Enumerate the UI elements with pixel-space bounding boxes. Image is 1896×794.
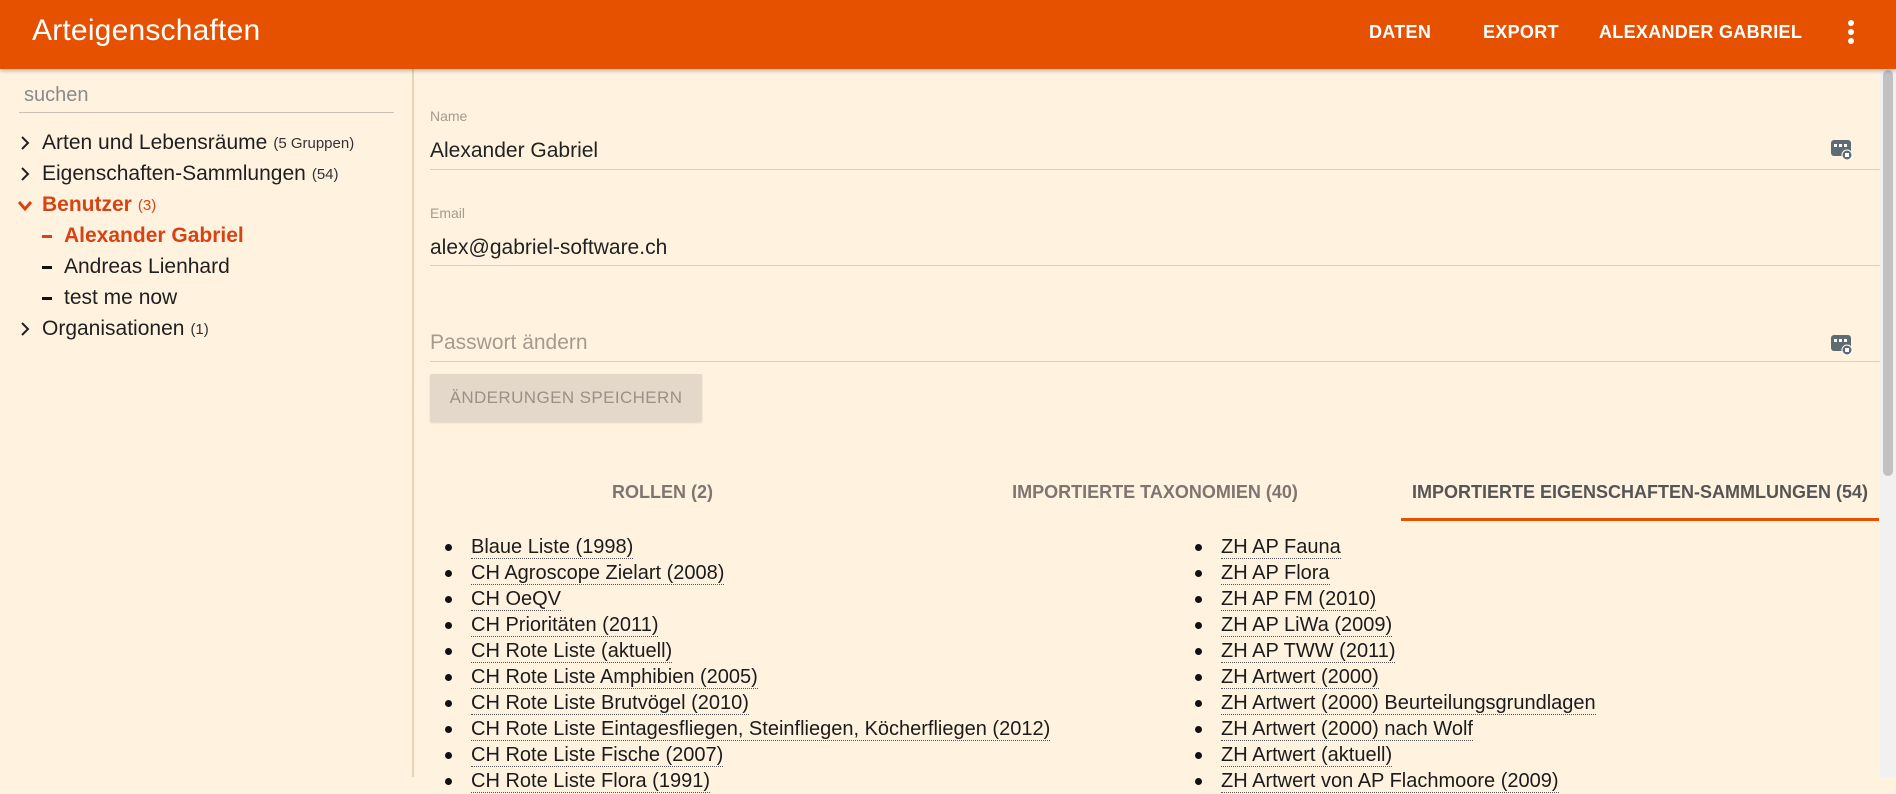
collection-link[interactable]: CH Rote Liste Eintagesfliegen, Steinflie… bbox=[471, 718, 1051, 741]
collection-link[interactable]: ZH Artwert (aktuell) bbox=[1221, 744, 1393, 767]
tab-indicator bbox=[1401, 518, 1879, 521]
list-item: CH Rote Liste Flora (1991) bbox=[445, 768, 1050, 794]
list-item: ZH AP Flora bbox=[1195, 560, 1596, 586]
name-label: Name bbox=[430, 108, 468, 124]
nav-daten-button[interactable]: DATEN bbox=[1369, 22, 1431, 43]
collection-link[interactable]: ZH AP Fauna bbox=[1221, 536, 1341, 559]
list-item: CH OeQV bbox=[445, 586, 1050, 612]
chevron-down-icon bbox=[18, 201, 32, 212]
save-button[interactable]: ÄNDERUNGEN SPEICHERN bbox=[430, 374, 702, 422]
collection-link[interactable]: CH Rote Liste (aktuell) bbox=[471, 640, 673, 663]
password-field[interactable] bbox=[430, 328, 1820, 358]
tree-node-label: Eigenschaften-Sammlungen bbox=[42, 162, 306, 185]
collection-link[interactable]: CH OeQV bbox=[471, 588, 562, 611]
tree-node-count: (1) bbox=[190, 320, 209, 338]
chevron-right-icon bbox=[21, 322, 30, 336]
email-underline bbox=[430, 265, 1880, 266]
list-item: ZH AP Fauna bbox=[1195, 534, 1596, 560]
dash-icon bbox=[42, 296, 52, 300]
collections-list-left: Blaue Liste (1998) CH Agroscope Zielart … bbox=[445, 534, 1051, 794]
tree-leaf-label: Andreas Lienhard bbox=[64, 255, 230, 278]
tree-node-arten[interactable]: Arten und Lebensräume (5 Gruppen) bbox=[18, 129, 354, 157]
name-underline bbox=[430, 169, 1880, 170]
collection-link[interactable]: CH Rote Liste Fische (2007) bbox=[471, 744, 724, 767]
collection-link[interactable]: CH Prioritäten (2011) bbox=[471, 614, 659, 637]
scrollbar-thumb[interactable] bbox=[1883, 70, 1893, 476]
collection-link[interactable]: ZH Artwert von AP Flachmoore (2009) bbox=[1221, 770, 1559, 793]
collection-link[interactable]: CH Rote Liste Brutvögel (2010) bbox=[471, 692, 749, 715]
tree-node-count: (3) bbox=[137, 196, 157, 214]
tree-node-label: Organisationen bbox=[42, 317, 185, 340]
chevron-right-icon bbox=[21, 136, 30, 150]
list-item: ZH Artwert (aktuell) bbox=[1195, 742, 1596, 768]
tree-node-label: Benutzer bbox=[42, 193, 132, 216]
list-item: CH Rote Liste Fische (2007) bbox=[445, 742, 1050, 768]
tree-leaf-label: test me now bbox=[64, 286, 178, 309]
nav-export-button[interactable]: EXPORT bbox=[1483, 22, 1559, 43]
tree-leaf-label: Alexander Gabriel bbox=[64, 224, 244, 247]
list-item: ZH Artwert (2000) bbox=[1195, 664, 1596, 690]
collection-link[interactable]: CH Agroscope Zielart (2008) bbox=[471, 562, 725, 585]
collection-link[interactable]: CH Rote Liste Flora (1991) bbox=[471, 770, 710, 793]
password-underline bbox=[430, 361, 1880, 362]
tree-node-benutzer[interactable]: Benutzer (3) bbox=[18, 191, 156, 219]
tree-node-count: (5 Gruppen) bbox=[273, 134, 355, 152]
list-item: CH Rote Liste Brutvögel (2010) bbox=[445, 690, 1050, 716]
name-field[interactable] bbox=[430, 136, 1830, 166]
list-item: Blaue Liste (1998) bbox=[445, 534, 1050, 560]
app-bar: Arteigenschaften DATEN EXPORT ALEXANDER … bbox=[0, 0, 1896, 69]
tab-importierte-taxonomien[interactable]: IMPORTIERTE TAXONOMIEN (40) bbox=[920, 464, 1390, 520]
list-item: ZH AP LiWa (2009) bbox=[1195, 612, 1596, 638]
list-item: CH Rote Liste (aktuell) bbox=[445, 638, 1050, 664]
tree-node-eigenschaften[interactable]: Eigenschaften-Sammlungen (54) bbox=[18, 160, 339, 188]
collection-link[interactable]: ZH AP Flora bbox=[1221, 562, 1330, 585]
collection-link[interactable]: ZH AP LiWa (2009) bbox=[1221, 614, 1393, 637]
collection-link[interactable]: ZH Artwert (2000) nach Wolf bbox=[1221, 718, 1473, 741]
more-vert-icon[interactable] bbox=[1844, 20, 1858, 50]
email-field[interactable] bbox=[430, 233, 1830, 263]
nav-user-button[interactable]: ALEXANDER GABRIEL bbox=[1599, 22, 1802, 43]
collection-link[interactable]: ZH Artwert (2000) bbox=[1221, 666, 1379, 689]
tab-rollen[interactable]: ROLLEN (2) bbox=[430, 464, 895, 520]
email-label: Email bbox=[430, 205, 466, 221]
list-item: CH Rote Liste Eintagesfliegen, Steinflie… bbox=[445, 716, 1051, 742]
list-item: ZH Artwert (2000) nach Wolf bbox=[1195, 716, 1596, 742]
tree-leaf-alexander-gabriel[interactable]: Alexander Gabriel bbox=[42, 222, 244, 250]
tree-node-organisationen[interactable]: Organisationen (1) bbox=[18, 315, 209, 343]
app-title: Arteigenschaften bbox=[32, 14, 261, 47]
dash-icon bbox=[42, 234, 52, 238]
keyboard-icon[interactable] bbox=[1831, 333, 1853, 355]
chevron-right-icon bbox=[21, 167, 30, 181]
tree-leaf-test-me-now[interactable]: test me now bbox=[42, 284, 177, 312]
dash-icon bbox=[42, 265, 52, 269]
list-item: CH Rote Liste Amphibien (2005) bbox=[445, 664, 1050, 690]
tab-importierte-eigenschaften-sammlungen[interactable]: IMPORTIERTE EIGENSCHAFTEN-SAMMLUNGEN (54… bbox=[1401, 464, 1879, 520]
collection-link[interactable]: Blaue Liste (1998) bbox=[471, 536, 634, 559]
list-item: CH Prioritäten (2011) bbox=[445, 612, 1050, 638]
collection-link[interactable]: ZH AP TWW (2011) bbox=[1221, 640, 1396, 663]
collection-link[interactable]: ZH AP FM (2010) bbox=[1221, 588, 1377, 611]
keyboard-icon[interactable] bbox=[1831, 138, 1853, 160]
list-item: ZH AP TWW (2011) bbox=[1195, 638, 1596, 664]
search-input[interactable] bbox=[19, 78, 394, 113]
list-item: ZH Artwert von AP Flachmoore (2009) bbox=[1195, 768, 1596, 794]
list-item: CH Agroscope Zielart (2008) bbox=[445, 560, 1050, 586]
collections-list-right: ZH AP Fauna ZH AP Flora ZH AP FM (2010) … bbox=[1195, 534, 1596, 794]
tree-node-count: (54) bbox=[311, 165, 339, 183]
collection-link[interactable]: CH Rote Liste Amphibien (2005) bbox=[471, 666, 758, 689]
collection-link[interactable]: ZH Artwert (2000) Beurteilungsgrundlagen bbox=[1221, 692, 1596, 715]
tree-leaf-andreas-lienhard[interactable]: Andreas Lienhard bbox=[42, 253, 230, 281]
list-item: ZH Artwert (2000) Beurteilungsgrundlagen bbox=[1195, 690, 1596, 716]
tree-node-label: Arten und Lebensräume bbox=[42, 131, 268, 154]
list-item: ZH AP FM (2010) bbox=[1195, 586, 1596, 612]
